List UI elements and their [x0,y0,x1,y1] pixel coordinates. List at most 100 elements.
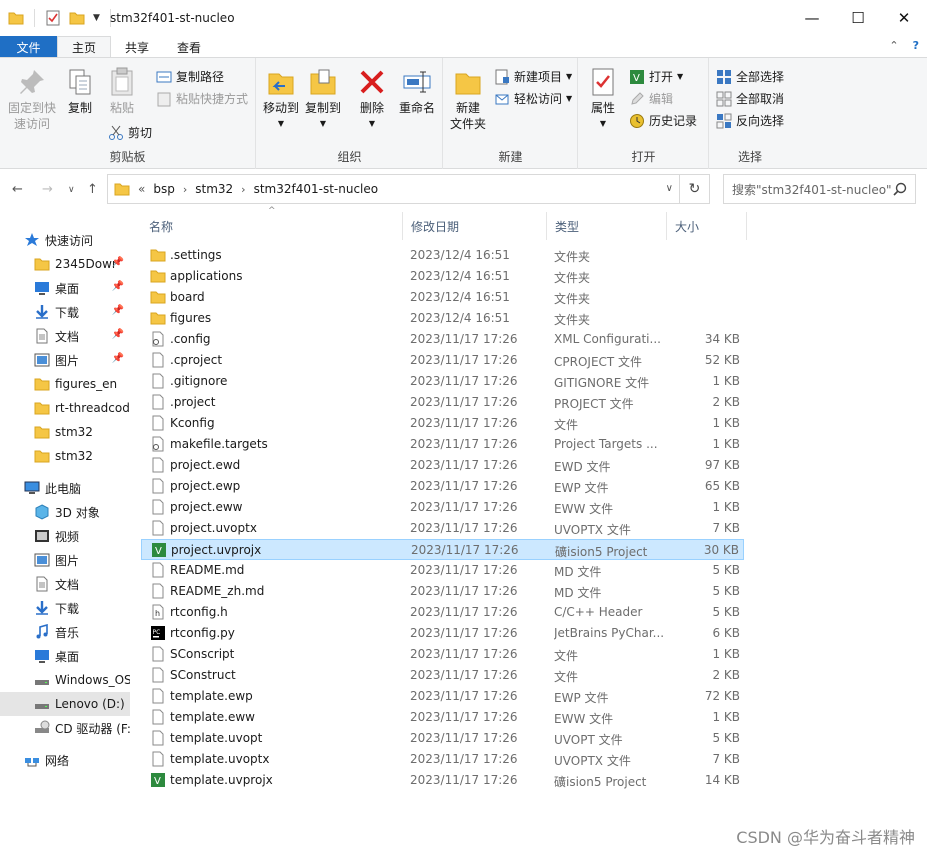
nav-pc-item[interactable]: 音乐 [0,620,130,644]
breadcrumb-overflow[interactable]: « [138,182,145,196]
file-row[interactable]: project.uvoptx 2023/11/17 17:26 UVOPTX 文件 7… [141,518,744,539]
select-group-label: 选择 [737,150,762,164]
column-header-size[interactable]: 大小 [667,212,747,240]
chevron-right-icon[interactable]: › [241,183,245,196]
file-row[interactable]: project.eww 2023/11/17 17:26 EWW 文件 1 KB [141,497,744,518]
nav-network[interactable]: 网络 [0,748,130,772]
file-row[interactable]: Kconfig 2023/11/17 17:26 文件 1 KB [141,413,744,434]
nav-pc-item[interactable]: CD 驱动器 (F: [0,716,130,740]
file-row[interactable]: Vtemplate.uvprojx 2023/11/17 17:26 礦ision5… [141,770,744,791]
file-row[interactable]: project.ewp 2023/11/17 17:26 EWP 文件 65 KB [141,476,744,497]
nav-pc-item[interactable]: 桌面 [0,644,130,668]
forward-arrow-icon[interactable]: → [42,182,53,197]
file-row[interactable]: README.md 2023/11/17 17:26 MD 文件 5 KB [141,560,744,581]
nav-this-pc[interactable]: 此电脑 [0,476,130,500]
file-row[interactable]: board 2023/12/4 16:51 文件夹 [141,287,744,308]
file-row[interactable]: template.uvopt 2023/11/17 17:26 UVOPT 文件 5 … [141,728,744,749]
copy-button[interactable]: 复制 [62,66,98,116]
nav-quick-item[interactable]: stm32 [0,420,130,444]
delete-button[interactable]: 删除 ▼ [355,66,389,132]
file-row[interactable]: template.eww 2023/11/17 17:26 EWW 文件 1 KB [141,707,744,728]
recent-chevron-icon[interactable]: ∨ [68,185,75,195]
chevron-down-icon[interactable]: ▼ [93,13,100,23]
nav-pc-item[interactable]: 文档 [0,572,130,596]
address-bar[interactable]: « bsp › stm32 › stm32f401-st-nucleo ∨ ↻ [107,174,710,204]
file-row[interactable]: SConscript 2023/11/17 17:26 文件 1 KB [141,644,744,665]
move-to-button[interactable]: 移动到 ▼ [261,66,301,132]
breadcrumb-bsp[interactable]: bsp [153,182,175,196]
properties-button[interactable]: 属性 ▼ [585,66,621,132]
file-row[interactable]: PC rtconfig.py 2023/11/17 17:26 JetBrains P… [141,623,744,644]
chevron-up-icon[interactable]: ⌃ [889,39,898,52]
paste-shortcut-button[interactable]: 粘贴快捷方式 [156,90,248,107]
file-row[interactable]: project.ewd 2023/11/17 17:26 EWD 文件 97 KB [141,455,744,476]
nav-quick-item[interactable]: 桌面 📌 [0,276,130,300]
minimize-button[interactable]: — [789,0,835,36]
nav-quick-item[interactable]: stm32 [0,444,130,468]
cut-button[interactable]: 剪切 [108,124,152,141]
file-row[interactable]: .cproject 2023/11/17 17:26 CPROJECT 文件 52 K… [141,350,744,371]
file-date: 2023/11/17 17:26 [410,584,518,598]
paste-button[interactable]: 粘贴 [104,66,140,116]
file-row[interactable]: template.ewp 2023/11/17 17:26 EWP 文件 72 KB [141,686,744,707]
breadcrumb-current[interactable]: stm32f401-st-nucleo [254,182,379,196]
pin-quick-access-button[interactable]: 固定到快速访问 [6,66,58,132]
file-row[interactable]: h rtconfig.h 2023/11/17 17:26 C/C++ Header 5… [141,602,744,623]
copy-path-button[interactable]: 复制路径 [156,68,224,85]
file-row[interactable]: Vproject.uvprojx 2023/11/17 17:26 礦ision5 … [141,539,744,560]
file-row[interactable]: README_zh.md 2023/11/17 17:26 MD 文件 5 KB [141,581,744,602]
refresh-button[interactable]: ↻ [679,175,709,203]
tab-view[interactable]: 查看 [163,36,215,58]
nav-pc-item[interactable]: Lenovo (D:) [0,692,130,716]
nav-quick-item[interactable]: 文档 📌 [0,324,130,348]
file-row[interactable]: SConstruct 2023/11/17 17:26 文件 2 KB [141,665,744,686]
file-row[interactable]: template.uvoptx 2023/11/17 17:26 UVOPTX 文件… [141,749,744,770]
invert-selection-button[interactable]: 反向选择 [716,112,784,129]
rename-button[interactable]: 重命名 [395,66,439,116]
tab-share[interactable]: 共享 [111,36,163,58]
nav-pc-item[interactable]: 图片 [0,548,130,572]
nav-pc-item[interactable]: 3D 对象 [0,500,130,524]
close-button[interactable]: ✕ [881,0,927,36]
column-header-name[interactable]: 名称 [141,212,403,240]
nav-quick-item[interactable]: 下载 📌 [0,300,130,324]
edit-button[interactable]: 编辑 [629,90,673,107]
nav-pc-item[interactable]: 视频 [0,524,130,548]
file-row[interactable]: makefile.targets 2023/11/17 17:26 Project … [141,434,744,455]
chevron-right-icon[interactable]: › [183,183,187,196]
nav-quick-access[interactable]: 快速访问 [0,228,130,252]
tab-home[interactable]: 主页 [57,36,112,58]
tab-file[interactable]: 文件 [0,36,57,58]
help-icon[interactable]: ? [913,39,919,52]
select-all-button[interactable]: 全部选择 [716,68,784,85]
history-button[interactable]: 历史记录 [629,112,697,129]
chevron-down-icon[interactable]: ∨ [666,183,673,194]
easy-access-button[interactable]: 轻松访问 ▼ [494,90,572,107]
new-folder-button[interactable]: 新建 文件夹 [448,66,488,132]
new-item-button[interactable]: 新建项目 ▼ [494,68,572,85]
file-row[interactable]: applications 2023/12/4 16:51 文件夹 [141,266,744,287]
nav-quick-item[interactable]: rt-threadcod [0,396,130,420]
file-row[interactable]: .gitignore 2023/11/17 17:26 GITIGNORE 文件 1 … [141,371,744,392]
back-arrow-icon[interactable]: ← [12,182,23,197]
nav-quick-item[interactable]: 图片 📌 [0,348,130,372]
file-row[interactable]: .settings 2023/12/4 16:51 文件夹 [141,245,744,266]
file-row[interactable]: figures 2023/12/4 16:51 文件夹 [141,308,744,329]
nav-pc-item[interactable]: 下载 [0,596,130,620]
select-none-button[interactable]: 全部取消 [716,90,784,107]
nav-quick-item[interactable]: 2345Dowr 📌 [0,252,130,276]
column-header-date[interactable]: 修改日期 [403,212,547,240]
new-folder-icon[interactable] [69,10,85,26]
properties-icon[interactable] [45,10,61,26]
breadcrumb-stm32[interactable]: stm32 [195,182,233,196]
maximize-button[interactable]: ☐ [835,0,881,36]
search-input[interactable]: 搜索"stm32f401-st-nucleo" [723,174,916,204]
file-row[interactable]: .config 2023/11/17 17:26 XML Configurati..… [141,329,744,350]
file-row[interactable]: .project 2023/11/17 17:26 PROJECT 文件 2 KB [141,392,744,413]
open-button[interactable]: V 打开 ▼ [629,68,683,85]
nav-pc-item[interactable]: Windows_OS [0,668,130,692]
column-header-type[interactable]: 类型 [547,212,667,240]
up-arrow-icon[interactable]: ↑ [87,182,98,197]
copy-to-button[interactable]: 复制到 ▼ [303,66,343,132]
nav-quick-item[interactable]: figures_en [0,372,130,396]
